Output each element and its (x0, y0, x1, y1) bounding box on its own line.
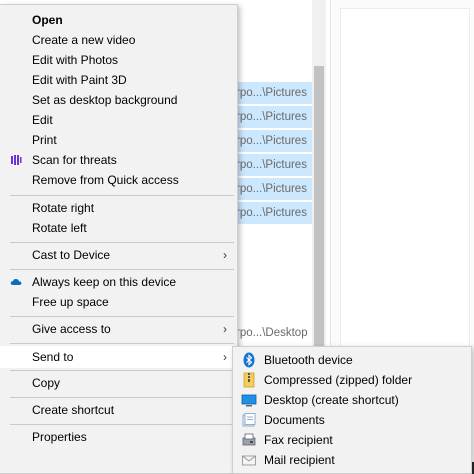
file-row[interactable]: rpo...\Desktop (232, 322, 312, 344)
mail-icon (242, 455, 256, 466)
menu-item-properties[interactable]: Properties (0, 427, 237, 447)
file-row[interactable]: rpo...\Pictures (232, 82, 312, 104)
defender-scan-icon (11, 155, 22, 165)
menu-item-label: Scan for threats (32, 153, 117, 167)
submenu-arrow-icon: › (223, 248, 227, 262)
file-row-partial (232, 0, 312, 6)
file-path: rpo...\Pictures (236, 159, 307, 171)
submenu-item-label: Fax recipient (264, 433, 333, 447)
menu-item-open[interactable]: Open (0, 10, 237, 30)
menu-item-label: Set as desktop background (32, 93, 178, 107)
menu-item-label: Edit with Paint 3D (32, 73, 127, 87)
submenu-arrow-icon: › (223, 322, 227, 336)
menu-item-label: Open (32, 13, 63, 27)
menu-item-cast-to-device[interactable]: Cast to Device › (0, 245, 237, 265)
menu-item-label: Always keep on this device (32, 275, 177, 289)
menu-item-copy[interactable]: Copy (0, 373, 237, 393)
menu-separator (10, 343, 234, 344)
menu-item-label: Edit with Photos (32, 53, 119, 67)
menu-item-remove-quick-access[interactable]: Remove from Quick access (0, 170, 237, 190)
documents-icon (242, 413, 256, 427)
fax-icon (242, 433, 256, 446)
send-to-submenu: Bluetooth device Compressed (zipped) fol… (232, 346, 472, 474)
send-to-bluetooth[interactable]: Bluetooth device (233, 350, 471, 370)
file-path: rpo...\Pictures (236, 207, 307, 219)
submenu-item-label: Documents (264, 413, 325, 427)
menu-item-label: Copy (32, 376, 61, 390)
menu-item-create-shortcut[interactable]: Create shortcut (0, 400, 237, 420)
send-to-mail[interactable]: Mail recipient (233, 450, 471, 470)
menu-separator (10, 195, 234, 196)
menu-separator (10, 397, 234, 398)
menu-separator (10, 370, 234, 371)
bluetooth-icon (243, 352, 255, 368)
menu-item-label: Rotate right (32, 201, 95, 215)
zip-folder-icon (243, 372, 255, 388)
onedrive-cloud-icon (10, 278, 22, 285)
submenu-item-label: Compressed (zipped) folder (264, 373, 413, 387)
scrollbar-thumb[interactable] (314, 66, 324, 350)
submenu-arrow-icon: › (223, 350, 227, 364)
menu-item-set-desktop-background[interactable]: Set as desktop background (0, 90, 237, 110)
send-to-fax[interactable]: Fax recipient (233, 430, 471, 450)
file-row[interactable]: rpo...\Pictures (232, 154, 312, 176)
menu-item-label: Cast to Device (32, 248, 111, 262)
file-path: rpo...\Pictures (236, 135, 307, 147)
menu-separator (10, 316, 234, 317)
file-row[interactable]: rpo...\Pictures (232, 178, 312, 200)
menu-separator (10, 269, 234, 270)
file-row[interactable]: rpo...\Pictures (232, 130, 312, 152)
menu-item-send-to[interactable]: Send to › (0, 346, 237, 368)
send-to-desktop[interactable]: Desktop (create shortcut) (233, 390, 471, 410)
context-menu: Open Create a new video Edit with Photos… (0, 4, 238, 474)
menu-item-label: Rotate left (32, 221, 87, 235)
menu-item-label: Properties (32, 430, 87, 444)
menu-item-give-access[interactable]: Give access to › (0, 319, 237, 339)
submenu-item-label: Mail recipient (264, 453, 335, 467)
file-row[interactable]: rpo...\Pictures (232, 106, 312, 128)
menu-item-print[interactable]: Print (0, 130, 237, 150)
preview-area (340, 8, 470, 350)
menu-item-label: Print (32, 133, 57, 147)
menu-item-rotate-right[interactable]: Rotate right (0, 198, 237, 218)
menu-item-label: Free up space (32, 295, 109, 309)
menu-item-always-keep[interactable]: Always keep on this device (0, 272, 237, 292)
file-path: rpo...\Pictures (236, 183, 307, 195)
menu-item-label: Create shortcut (32, 403, 115, 417)
menu-item-edit-photos[interactable]: Edit with Photos (0, 50, 237, 70)
desktop-icon (241, 394, 257, 407)
menu-item-label: Give access to (32, 322, 111, 336)
submenu-item-label: Bluetooth device (264, 353, 353, 367)
menu-item-edit-paint3d[interactable]: Edit with Paint 3D (0, 70, 237, 90)
file-path: rpo...\Pictures (236, 87, 307, 99)
menu-item-label: Create a new video (32, 33, 136, 47)
file-row[interactable]: rpo...\Pictures (232, 202, 312, 224)
file-path: rpo...\Pictures (236, 111, 307, 123)
menu-item-scan-threats[interactable]: Scan for threats (0, 150, 237, 170)
send-to-zip-folder[interactable]: Compressed (zipped) folder (233, 370, 471, 390)
menu-item-label: Remove from Quick access (32, 173, 179, 187)
menu-item-label: Send to (32, 350, 74, 364)
send-to-documents[interactable]: Documents (233, 410, 471, 430)
menu-item-create-video[interactable]: Create a new video (0, 30, 237, 50)
submenu-item-label: Desktop (create shortcut) (264, 393, 399, 407)
menu-separator (10, 242, 234, 243)
file-path: rpo...\Desktop (236, 327, 308, 339)
menu-item-edit[interactable]: Edit (0, 110, 237, 130)
menu-item-free-up-space[interactable]: Free up space (0, 292, 237, 312)
menu-item-label: Edit (32, 113, 53, 127)
menu-separator (10, 424, 234, 425)
menu-item-rotate-left[interactable]: Rotate left (0, 218, 237, 238)
